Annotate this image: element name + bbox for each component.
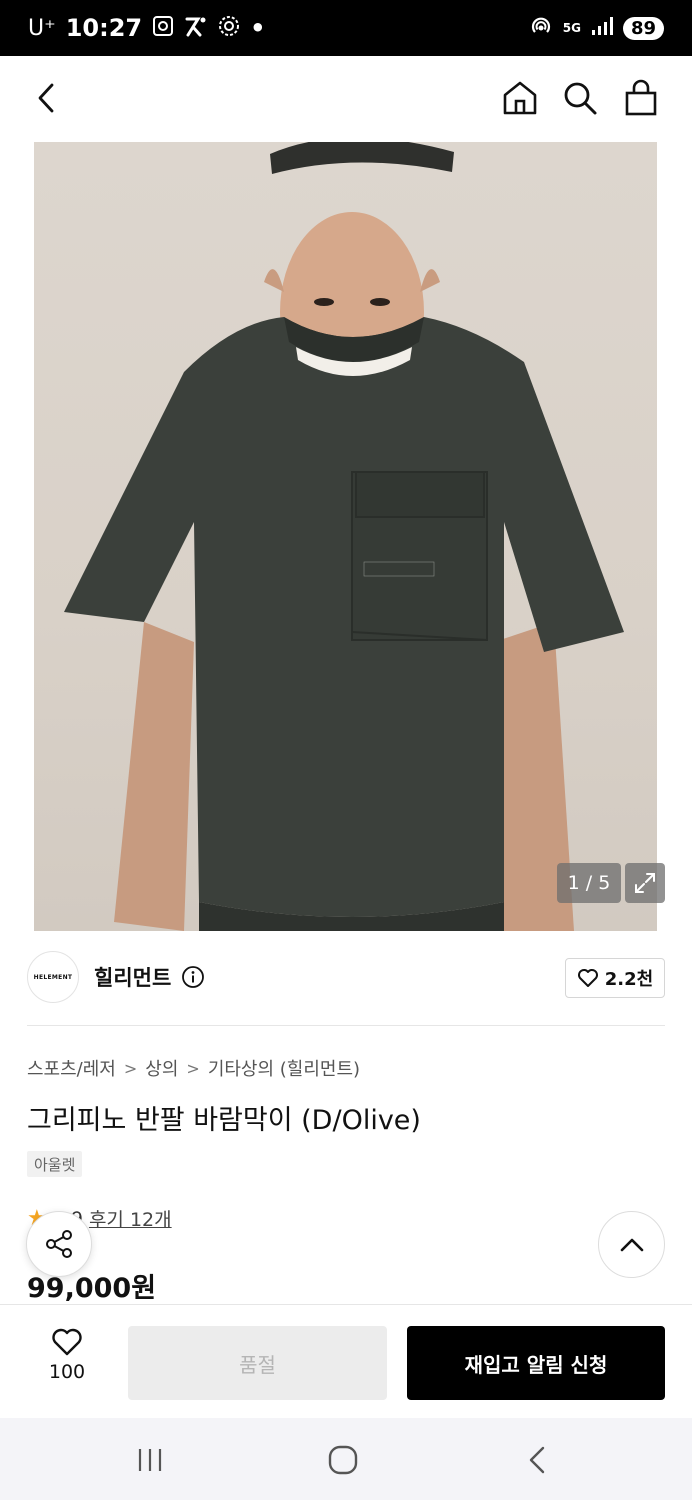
breadcrumb-item[interactable]: 기타상의 (힐리먼트) bbox=[208, 1055, 360, 1081]
breadcrumb-item[interactable]: 스포츠/레저 bbox=[27, 1055, 116, 1081]
system-back-icon bbox=[529, 1446, 545, 1474]
status-left: U⁺ 10:27 • bbox=[28, 14, 265, 42]
chevron-up-icon bbox=[620, 1238, 643, 1251]
breadcrumb-separator: > bbox=[123, 1058, 138, 1078]
wishlist-count: 100 bbox=[48, 1361, 86, 1383]
soldout-button[interactable]: 품절 bbox=[128, 1326, 387, 1400]
carrier-label: U⁺ bbox=[28, 15, 56, 41]
brand-logo[interactable]: HELEMENT bbox=[27, 951, 79, 1003]
cart-button[interactable] bbox=[619, 76, 663, 120]
restock-alert-button[interactable]: 재입고 알림 신청 bbox=[407, 1326, 665, 1400]
outlet-tag: 아울렛 bbox=[27, 1151, 83, 1177]
brand-logo-text: HELEMENT bbox=[33, 973, 73, 981]
recent-apps-button[interactable] bbox=[130, 1442, 170, 1478]
product-title: 그리피노 반팔 바람막이 (D/Olive) bbox=[27, 1105, 421, 1136]
reviews-link[interactable]: 후기 12개 bbox=[89, 1205, 172, 1232]
status-bar: U⁺ 10:27 • 5G 89 bbox=[0, 0, 692, 56]
divider bbox=[27, 1025, 665, 1026]
home-icon bbox=[503, 81, 537, 115]
breadcrumb: 스포츠/레저 > 상의 > 기타상의 (힐리먼트) bbox=[27, 1055, 360, 1081]
home-button[interactable] bbox=[498, 76, 542, 120]
battery-indicator: 89 bbox=[622, 16, 664, 40]
breadcrumb-item[interactable]: 상의 bbox=[145, 1055, 178, 1081]
expand-icon bbox=[635, 873, 655, 893]
network-type: 5G bbox=[562, 21, 581, 35]
home-system-button[interactable] bbox=[323, 1442, 363, 1478]
brand-row: HELEMENT 힐리먼트 2.2천 bbox=[0, 931, 692, 1026]
runner-app-icon bbox=[184, 15, 208, 42]
status-right: 5G 89 bbox=[529, 14, 664, 42]
system-navigation-bar bbox=[0, 1418, 692, 1500]
product-photo-illustration bbox=[64, 142, 624, 931]
breadcrumb-separator: > bbox=[186, 1058, 200, 1078]
brand-name[interactable]: 힐리먼트 bbox=[94, 962, 171, 992]
screenshot-icon bbox=[152, 15, 174, 42]
wishlist-button[interactable]: 100 bbox=[27, 1327, 107, 1383]
heart-icon bbox=[52, 1328, 82, 1356]
back-button[interactable] bbox=[25, 76, 69, 120]
brand-like-count: 2.2천 bbox=[604, 969, 654, 990]
search-button[interactable] bbox=[558, 76, 602, 120]
hotspot-icon bbox=[529, 14, 553, 42]
top-navigation bbox=[0, 56, 692, 142]
shopping-bag-icon bbox=[625, 79, 657, 116]
back-arrow-icon bbox=[38, 83, 54, 113]
search-icon bbox=[564, 82, 597, 115]
settings-flower-icon bbox=[218, 15, 240, 42]
brand-like-button[interactable]: 2.2천 bbox=[565, 958, 665, 998]
image-counter: 1 / 5 bbox=[557, 863, 621, 903]
product-price: 99,000원 bbox=[27, 1273, 157, 1304]
bottom-action-bar: 100 품절 재입고 알림 신청 bbox=[0, 1304, 692, 1418]
scroll-top-button[interactable] bbox=[598, 1211, 665, 1278]
signal-icon bbox=[591, 16, 613, 40]
recent-apps-icon bbox=[138, 1449, 162, 1471]
home-circle-icon bbox=[328, 1445, 358, 1475]
info-icon[interactable] bbox=[181, 965, 205, 993]
product-image[interactable] bbox=[34, 142, 657, 931]
heart-icon bbox=[577, 969, 598, 987]
share-icon bbox=[46, 1230, 72, 1258]
clock: 10:27 bbox=[65, 14, 143, 42]
system-back-button[interactable] bbox=[517, 1442, 557, 1478]
notification-dot: • bbox=[250, 14, 266, 42]
expand-image-button[interactable] bbox=[625, 863, 665, 903]
